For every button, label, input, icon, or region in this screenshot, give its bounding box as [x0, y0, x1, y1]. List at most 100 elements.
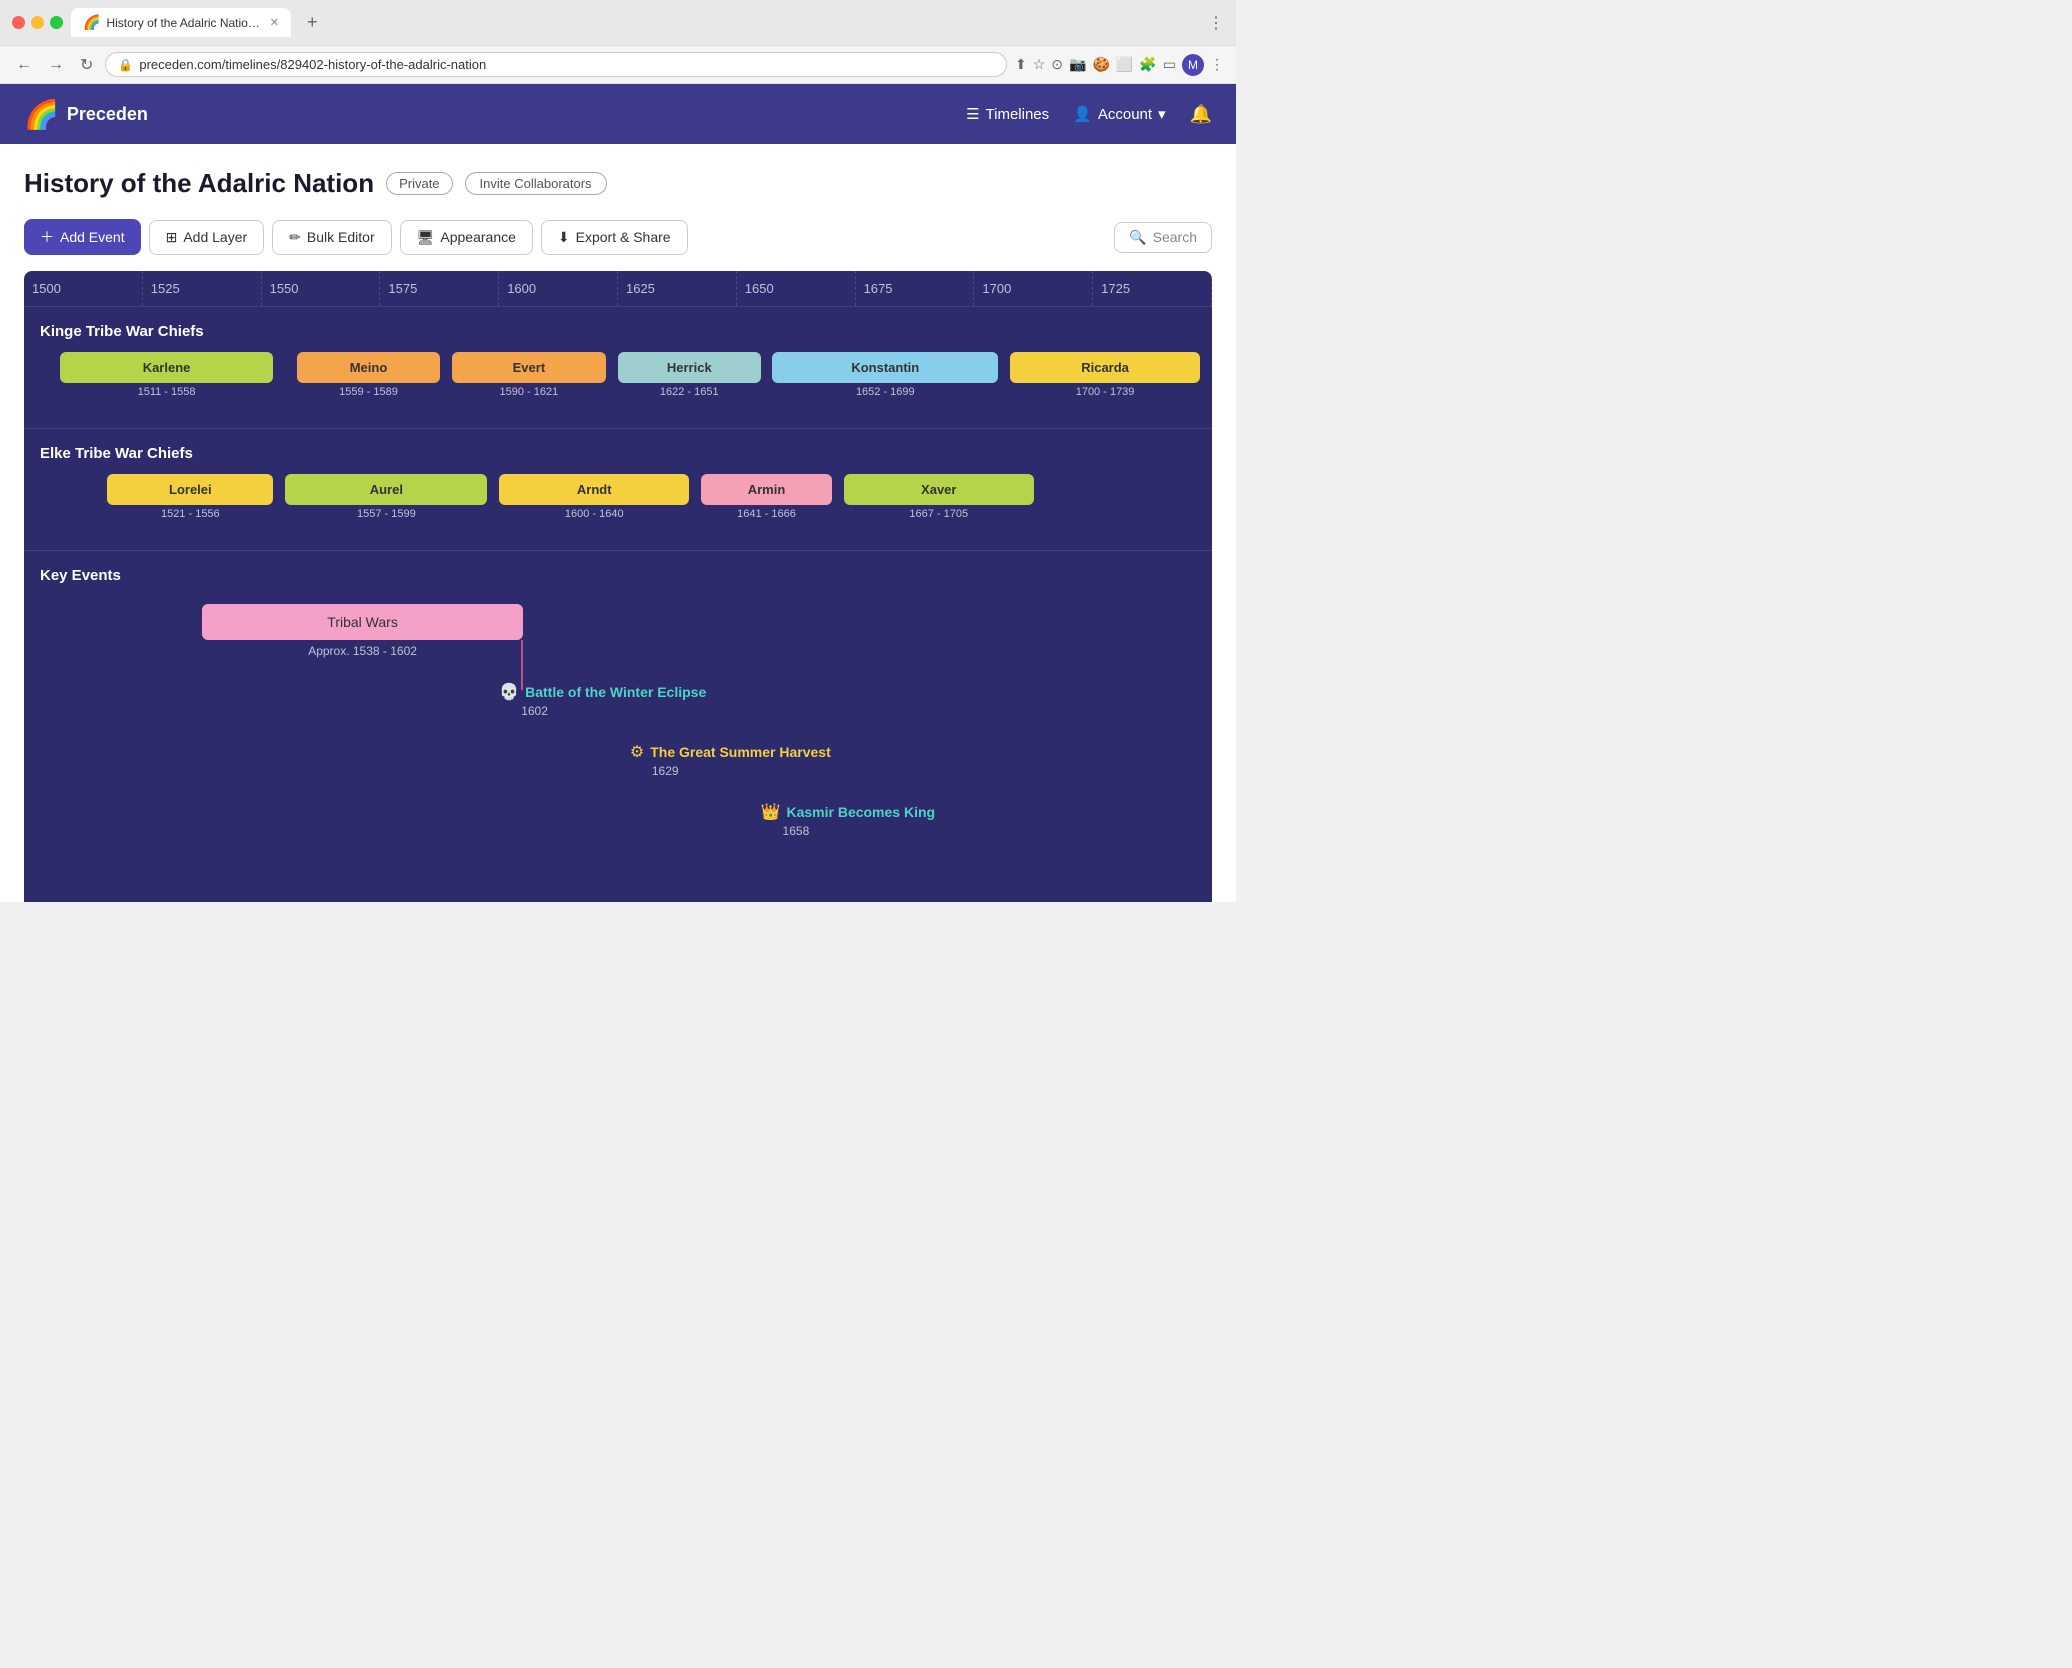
layer-kinge: Kinge Tribe War Chiefs Karlene 1511 - 15… — [24, 307, 1212, 429]
account-icon: 👤 — [1073, 105, 1092, 123]
dot-red[interactable] — [12, 16, 25, 29]
event-aurel[interactable]: Aurel 1557 - 1599 — [285, 474, 487, 520]
palette-icon: 🖥 — [417, 229, 435, 246]
plus-icon: ＋ — [40, 227, 54, 247]
crown-icon: 👑 — [761, 802, 781, 822]
layer-elke-header: Elke Tribe War Chiefs — [24, 429, 1212, 470]
event-kasmir-king[interactable]: 👑 Kasmir Becomes King 1658 — [761, 802, 936, 838]
edit-icon: ✏ — [289, 229, 301, 246]
ruler-cell-1650: 1650 — [737, 271, 856, 306]
bookmark-icon[interactable]: ☆ — [1033, 54, 1046, 76]
event-summer-harvest[interactable]: ⚙ The Great Summer Harvest 1629 — [630, 742, 831, 778]
ruler-cell-1575: 1575 — [380, 271, 499, 306]
search-icon: 🔍 — [1129, 229, 1146, 246]
appearance-button[interactable]: 🖥 Appearance — [400, 220, 533, 255]
event-konstantin[interactable]: Konstantin 1652 - 1699 — [772, 352, 998, 398]
event-xaver[interactable]: Xaver 1667 - 1705 — [844, 474, 1034, 520]
browser-menu-button[interactable]: ⋮ — [1208, 13, 1224, 33]
event-lorelei[interactable]: Lorelei 1521 - 1556 — [107, 474, 273, 520]
puzzle-icon[interactable]: 🧩 — [1139, 54, 1156, 76]
ruler-cell-1700: 1700 — [974, 271, 1093, 306]
browser-navbar: ← → ↻ 🔒 preceden.com/timelines/829402-hi… — [0, 45, 1236, 84]
lock-icon: 🔒 — [118, 58, 133, 72]
nav-actions: ⬆ ☆ ⊙ 📷 🍪 ⬜ 🧩 ▭ M ⋮ — [1015, 54, 1224, 76]
timelines-menu-icon: ☰ — [966, 105, 979, 123]
dot-yellow[interactable] — [31, 16, 44, 29]
layer-kinge-events: Karlene 1511 - 1558 Meino 1559 - 1589 Ev… — [24, 348, 1212, 428]
page-content: History of the Adalric Nation Private In… — [0, 144, 1236, 902]
history-icon[interactable]: ⊙ — [1051, 54, 1063, 76]
browser-more-button[interactable]: ⋮ — [1210, 54, 1224, 76]
browser-titlebar: 🌈 History of the Adalric Nation | P ✕ + … — [0, 0, 1236, 45]
export-share-label: Export & Share — [576, 229, 671, 245]
event-arndt[interactable]: Arndt 1600 - 1640 — [499, 474, 689, 520]
page-title: History of the Adalric Nation — [24, 168, 374, 199]
kasmir-king-title: Kasmir Becomes King — [786, 804, 935, 820]
event-tribal-wars[interactable]: Tribal Wars Approx. 1538 - 1602 — [202, 604, 523, 658]
layer-key-events: Key Events Tribal Wars Approx. 1538 - 16… — [24, 551, 1212, 902]
sun-icon: ⚙ — [630, 742, 644, 762]
account-nav-item[interactable]: 👤 Account ▾ — [1073, 105, 1165, 123]
ruler-cell-1500: 1500 — [24, 271, 143, 306]
event-karlene[interactable]: Karlene 1511 - 1558 — [60, 352, 274, 398]
add-event-label: Add Event — [60, 229, 125, 245]
profile-avatar[interactable]: M — [1182, 54, 1204, 76]
event-armin[interactable]: Armin 1641 - 1666 — [701, 474, 832, 520]
account-chevron-icon: ▾ — [1158, 105, 1166, 123]
event-evert[interactable]: Evert 1590 - 1621 — [452, 352, 606, 398]
notification-bell[interactable]: 🔔 — [1190, 104, 1212, 125]
key-events-content: Tribal Wars Approx. 1538 - 1602 💀 Battle… — [24, 592, 1212, 882]
dot-green[interactable] — [50, 16, 63, 29]
key-events-header: Key Events — [24, 551, 1212, 592]
event-meino[interactable]: Meino 1559 - 1589 — [297, 352, 440, 398]
browser-chrome: 🌈 History of the Adalric Nation | P ✕ + … — [0, 0, 1236, 84]
page-title-row: History of the Adalric Nation Private In… — [24, 168, 1212, 199]
ruler-cell-1625: 1625 — [618, 271, 737, 306]
timelines-nav-item[interactable]: ☰ Timelines — [966, 105, 1049, 123]
new-tab-button[interactable]: + — [299, 12, 326, 33]
logo-icon: 🌈 — [24, 98, 59, 131]
browser-dots — [12, 16, 63, 29]
download-icon: ⬇ — [558, 229, 570, 246]
skull-icon: 💀 — [499, 682, 519, 702]
search-box[interactable]: 🔍 Search — [1114, 222, 1212, 253]
layers-icon: ⊞ — [166, 229, 178, 246]
event-winter-eclipse[interactable]: 💀 Battle of the Winter Eclipse 1602 — [499, 682, 706, 718]
ruler-cell-1725: 1725 — [1093, 271, 1212, 306]
refresh-button[interactable]: ↻ — [76, 53, 97, 77]
tab-title: History of the Adalric Nation | P — [106, 16, 263, 30]
ruler-cell-1525: 1525 — [143, 271, 262, 306]
ruler-cell-1550: 1550 — [262, 271, 381, 306]
camera-icon[interactable]: 📷 — [1069, 54, 1086, 76]
cookie-icon[interactable]: 🍪 — [1092, 54, 1109, 76]
forward-button[interactable]: → — [44, 54, 68, 76]
screen-icon[interactable]: ⬜ — [1116, 54, 1133, 76]
winter-eclipse-title: Battle of the Winter Eclipse — [525, 684, 706, 700]
url-text: preceden.com/timelines/829402-history-of… — [139, 57, 486, 72]
account-nav-label: Account — [1098, 106, 1152, 123]
tab-close[interactable]: ✕ — [270, 16, 279, 29]
layer-elke-events: Lorelei 1521 - 1556 Aurel 1557 - 1599 Ar… — [24, 470, 1212, 550]
invite-collaborators-button[interactable]: Invite Collaborators — [465, 172, 607, 195]
address-bar[interactable]: 🔒 preceden.com/timelines/829402-history-… — [105, 52, 1007, 77]
sidebar-icon[interactable]: ▭ — [1163, 54, 1176, 76]
share-icon[interactable]: ⬆ — [1015, 54, 1027, 76]
bulk-editor-label: Bulk Editor — [307, 229, 375, 245]
browser-tab: 🌈 History of the Adalric Nation | P ✕ — [71, 8, 291, 37]
layer-kinge-header: Kinge Tribe War Chiefs — [24, 307, 1212, 348]
add-layer-label: Add Layer — [183, 229, 247, 245]
bulk-editor-button[interactable]: ✏ Bulk Editor — [272, 220, 391, 255]
ruler-cell-1675: 1675 — [856, 271, 975, 306]
event-herrick[interactable]: Herrick 1622 - 1651 — [618, 352, 761, 398]
timeline-ruler: 1500 1525 1550 1575 1600 1625 1650 1675 … — [24, 271, 1212, 307]
search-placeholder-text: Search — [1153, 229, 1197, 245]
timeline-area: 1500 1525 1550 1575 1600 1625 1650 1675 … — [24, 271, 1212, 902]
back-button[interactable]: ← — [12, 54, 36, 76]
logo: 🌈 Preceden — [24, 98, 148, 131]
event-ricarda[interactable]: Ricarda 1700 - 1739 — [1010, 352, 1200, 398]
add-event-button[interactable]: ＋ Add Event — [24, 219, 141, 255]
appearance-label: Appearance — [440, 229, 516, 245]
export-share-button[interactable]: ⬇ Export & Share — [541, 220, 688, 255]
tab-favicon: 🌈 — [83, 14, 100, 31]
add-layer-button[interactable]: ⊞ Add Layer — [149, 220, 265, 255]
